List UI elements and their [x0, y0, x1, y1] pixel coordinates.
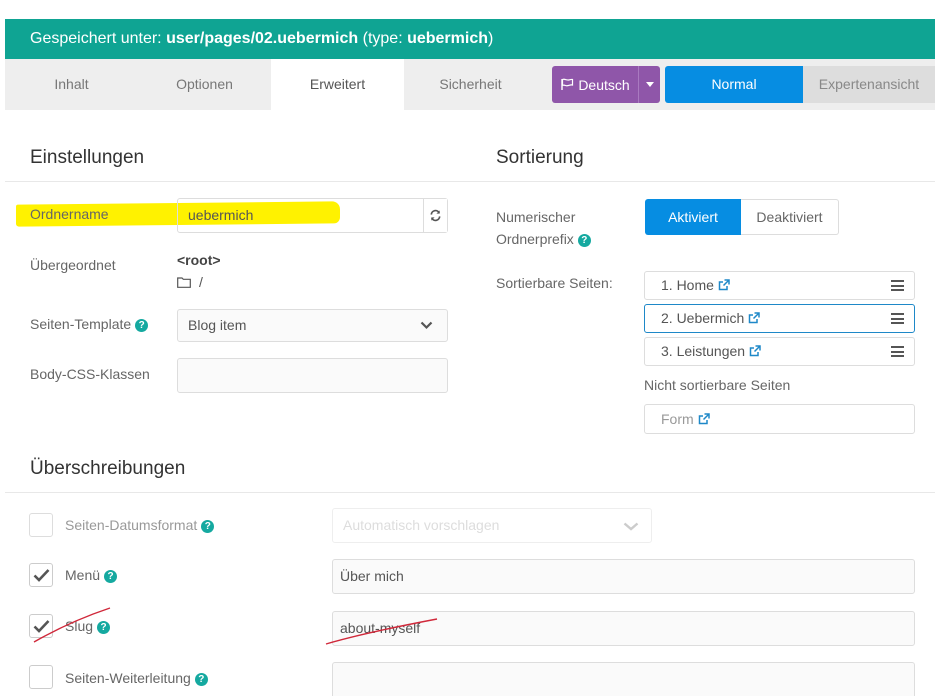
date-format-label-text: Seiten-Datumsformat: [65, 517, 198, 533]
refresh-button[interactable]: [423, 199, 447, 232]
external-link-icon: [698, 413, 710, 425]
help-icon[interactable]: ?: [135, 319, 149, 332]
drag-handle-icon[interactable]: [891, 313, 904, 324]
mode-expert-button[interactable]: Expertenansicht: [803, 66, 935, 103]
sortable-page-title: 2. Uebermich: [661, 310, 745, 326]
non-sortable-pages-label: Nicht sortierbare Seiten: [644, 377, 791, 393]
redirect-label: Seiten-Weiterleitung?: [65, 670, 208, 686]
template-select[interactable]: Blog item: [177, 309, 448, 342]
drag-handle-icon[interactable]: [891, 280, 904, 291]
parent-path-text: /: [199, 274, 203, 290]
tab-erweitert[interactable]: Erweitert: [271, 59, 404, 111]
redirect-checkbox[interactable]: [29, 665, 53, 689]
chevron-down-icon: [645, 82, 654, 87]
sortable-pages-label: Sortierbare Seiten:: [496, 275, 613, 291]
help-icon[interactable]: ?: [194, 673, 208, 686]
divider: [470, 181, 935, 182]
parent-label: Übergeordnet: [30, 257, 116, 273]
checkmark-icon: [33, 620, 50, 633]
slug-input[interactable]: about-myself: [332, 611, 915, 646]
banner-path: user/pages/02.uebermich: [166, 30, 359, 47]
date-format-label: Seiten-Datumsformat?: [65, 517, 215, 533]
sortable-page-item[interactable]: 3. Leistungen: [644, 337, 915, 366]
language-caret-button[interactable]: [638, 66, 660, 103]
tab-optionen[interactable]: Optionen: [138, 59, 271, 110]
checkmark-icon: [33, 569, 50, 582]
non-sortable-page-label[interactable]: Form: [661, 405, 710, 433]
menu-value: Über mich: [340, 568, 404, 584]
sortable-page-title: 1. Home: [661, 277, 714, 293]
refresh-icon: [430, 209, 441, 222]
folder-name-label: Ordnername: [30, 206, 109, 222]
banner-prefix: Gespeichert unter:: [30, 30, 167, 47]
menu-label-text: Menü: [65, 567, 101, 583]
menu-input[interactable]: Über mich: [332, 559, 915, 594]
external-link-icon: [718, 279, 730, 291]
sortable-page-item[interactable]: 2. Uebermich: [644, 304, 915, 333]
slug-label-text: Slug: [65, 618, 94, 634]
prefix-enabled-toggle[interactable]: Aktiviert: [645, 199, 741, 235]
divider: [5, 181, 470, 182]
help-icon[interactable]: ?: [104, 570, 118, 583]
sortable-page-title: 3. Leistungen: [661, 343, 746, 359]
sortable-page-label[interactable]: 2. Uebermich: [661, 305, 761, 332]
parent-value: <root>: [177, 252, 221, 268]
save-path-banner: Gespeichert unter: user/pages/02.uebermi…: [5, 19, 935, 59]
drag-handle-icon[interactable]: [891, 346, 904, 357]
external-link-icon: [749, 345, 761, 357]
tab-sicherheit[interactable]: Sicherheit: [404, 59, 537, 110]
mode-normal-button[interactable]: Normal: [665, 66, 803, 103]
body-css-label: Body-CSS-Klassen: [30, 366, 150, 382]
flag-icon: [561, 78, 574, 90]
banner-suffix: ): [488, 30, 494, 47]
prefix-disabled-toggle[interactable]: Deaktiviert: [741, 199, 839, 235]
template-value: Blog item: [188, 317, 247, 333]
menu-label: Menü?: [65, 567, 118, 583]
help-icon[interactable]: ?: [201, 520, 215, 533]
numeric-prefix-label-line1: Numerischer: [496, 209, 576, 225]
folder-name-input[interactable]: uebermich: [177, 198, 448, 233]
date-format-select[interactable]: Automatisch vorschlagen: [332, 508, 652, 543]
date-format-placeholder: Automatisch vorschlagen: [343, 517, 500, 533]
parent-path: /: [177, 274, 203, 290]
non-sortable-page-title: Form: [661, 411, 694, 427]
template-label: Seiten-Template?: [30, 316, 149, 332]
folder-name-value: uebermich: [188, 207, 254, 223]
sortable-page-label[interactable]: 3. Leistungen: [661, 338, 761, 365]
sortable-page-item[interactable]: 1. Home: [644, 271, 915, 300]
help-icon[interactable]: ?: [577, 234, 591, 247]
settings-heading: Einstellungen: [30, 147, 145, 168]
slug-checkbox[interactable]: [29, 614, 53, 638]
language-dropdown-button[interactable]: Deutsch: [552, 66, 660, 103]
slug-label: Slug?: [65, 618, 111, 634]
banner-type-prefix: (type:: [358, 30, 408, 47]
body-css-input[interactable]: [177, 358, 448, 393]
menu-checkbox[interactable]: [29, 563, 53, 587]
language-label: Deutsch: [578, 76, 630, 93]
chevron-down-icon: [623, 522, 639, 531]
redirect-label-text: Seiten-Weiterleitung: [65, 670, 191, 686]
overrides-heading: Überschreibungen: [30, 458, 186, 479]
external-link-icon: [749, 312, 761, 324]
numeric-prefix-label-line2: Ordnerprefix: [496, 231, 574, 247]
slug-value: about-myself: [340, 620, 421, 636]
template-label-text: Seiten-Template: [30, 316, 132, 332]
help-icon[interactable]: ?: [97, 621, 111, 634]
numeric-prefix-label: Numerischer Ordnerprefix?: [496, 206, 591, 250]
sortable-page-label[interactable]: 1. Home: [661, 272, 730, 299]
banner-type: uebermich: [407, 30, 488, 47]
tab-inhalt[interactable]: Inhalt: [5, 59, 138, 110]
sorting-heading: Sortierung: [496, 147, 584, 168]
language-button[interactable]: Deutsch: [552, 66, 638, 103]
non-sortable-page-item[interactable]: Form: [644, 404, 915, 434]
folder-icon: [177, 276, 191, 288]
divider: [5, 492, 935, 493]
redirect-input[interactable]: [332, 662, 915, 696]
chevron-down-icon: [420, 321, 433, 330]
date-format-checkbox[interactable]: [29, 513, 53, 537]
